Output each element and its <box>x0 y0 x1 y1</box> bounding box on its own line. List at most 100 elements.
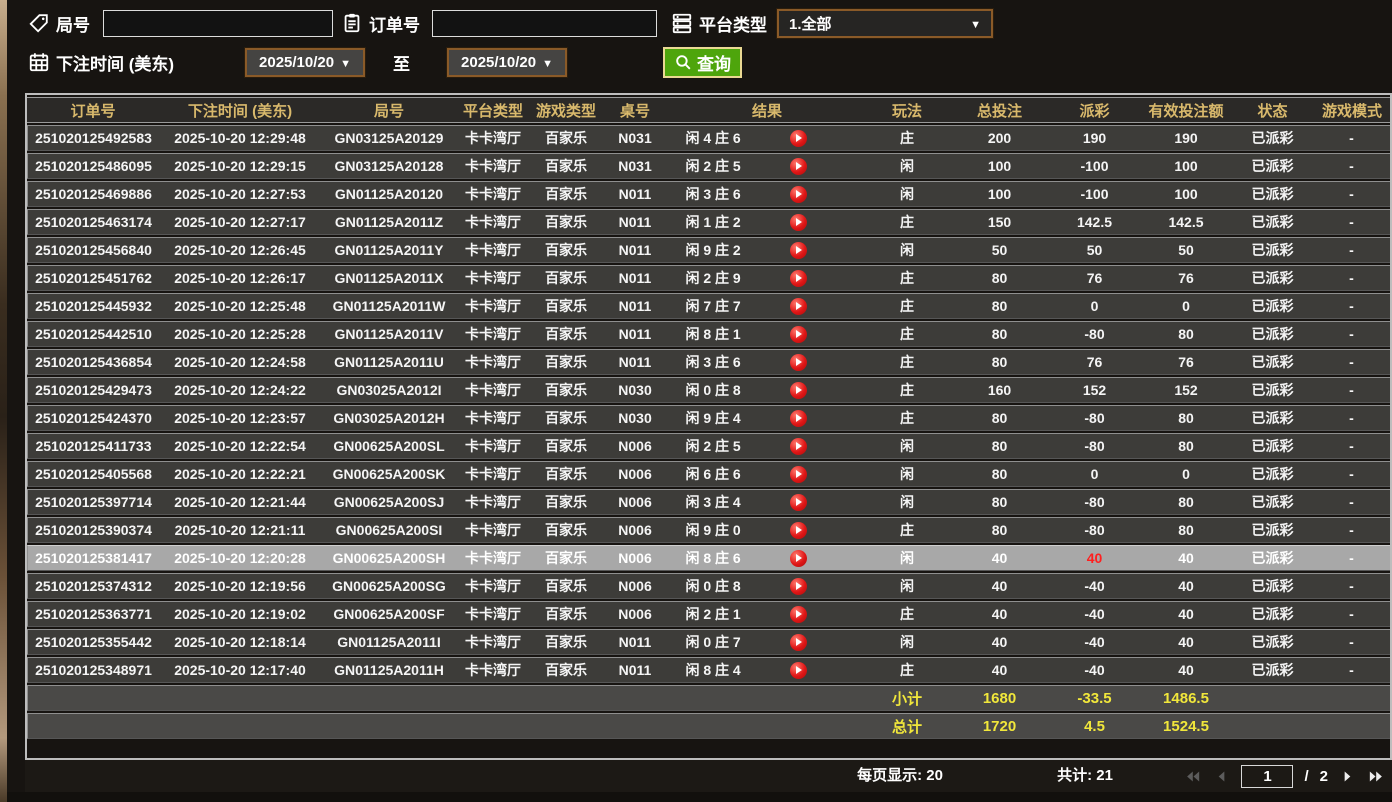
play-icon[interactable] <box>789 493 807 511</box>
play-icon[interactable] <box>789 633 807 651</box>
play-icon[interactable] <box>789 661 807 679</box>
table-row[interactable]: 251020125451762 2025-10-20 12:26:17 GN0112… <box>27 265 1390 291</box>
payout-cell: -40 <box>1052 601 1137 627</box>
round-no-cell: GN00625A200SH <box>321 545 457 571</box>
table-no-cell: N006 <box>603 573 667 599</box>
play-icon[interactable] <box>789 437 807 455</box>
order-input[interactable] <box>432 9 657 37</box>
bet-time-cell: 2025-10-20 12:25:28 <box>159 321 321 347</box>
table-row[interactable]: 251020125436854 2025-10-20 12:24:58 GN0112… <box>27 349 1390 375</box>
play-icon[interactable] <box>789 241 807 259</box>
platform-select[interactable]: 1.全部 <box>776 7 994 39</box>
result-text: 闲 9 庄 0 <box>685 522 741 538</box>
table-no-cell: N006 <box>603 517 667 543</box>
round-no-cell: GN03025A2012H <box>321 405 457 431</box>
table-no-cell: N011 <box>603 265 667 291</box>
table-row[interactable]: 251020125355442 2025-10-20 12:18:14 GN0112… <box>27 629 1390 655</box>
next-page-icon[interactable] <box>1339 769 1356 784</box>
platform-cell: 卡卡湾厅 <box>457 601 529 627</box>
game-type-cell: 百家乐 <box>529 461 603 487</box>
round-filter: 局号 <box>27 7 333 39</box>
game-type-cell: 百家乐 <box>529 125 603 151</box>
game-mode-cell: - <box>1310 265 1390 291</box>
table-row[interactable]: 251020125405568 2025-10-20 12:22:21 GN0062… <box>27 461 1390 487</box>
play-icon[interactable] <box>789 409 807 427</box>
payout-cell: 0 <box>1052 293 1137 319</box>
grand-total-valid-bet: 1524.5 <box>1137 713 1235 739</box>
play-icon[interactable] <box>789 325 807 343</box>
result-text: 闲 2 庄 5 <box>685 438 741 454</box>
game-type-cell: 百家乐 <box>529 433 603 459</box>
game-mode-cell: - <box>1310 125 1390 151</box>
first-page-icon[interactable] <box>1185 769 1202 784</box>
round-input[interactable] <box>103 9 333 37</box>
status-cell: 已派彩 <box>1235 489 1310 515</box>
table-row[interactable]: 251020125463174 2025-10-20 12:27:17 GN0112… <box>27 209 1390 235</box>
play-type-cell: 庄 <box>867 293 947 319</box>
table-row[interactable]: 251020125381417 2025-10-20 12:20:28 GN0062… <box>27 545 1390 571</box>
result-cell: 闲 3 庄 6 <box>667 349 867 375</box>
empty-cell <box>1235 713 1390 739</box>
round-no-cell: GN00625A200SL <box>321 433 457 459</box>
subtotal-valid-bet: 1486.5 <box>1137 685 1235 711</box>
total-bet-cell: 150 <box>947 209 1052 235</box>
round-no-cell: GN00625A200SJ <box>321 489 457 515</box>
play-icon[interactable] <box>789 353 807 371</box>
order-no-cell: 251020125429473 <box>27 377 159 403</box>
records-table: 订单号 下注时间 (美东) 局号 平台类型 游戏类型 桌号 结果 玩法 总投注 派彩 有效投注额 状态… <box>25 93 1392 760</box>
play-icon[interactable] <box>789 465 807 483</box>
table-row[interactable]: 251020125397714 2025-10-20 12:21:44 GN0062… <box>27 489 1390 515</box>
prev-page-icon[interactable] <box>1213 769 1230 784</box>
platform-cell: 卡卡湾厅 <box>457 293 529 319</box>
round-no-cell: GN03025A2012I <box>321 377 457 403</box>
play-icon[interactable] <box>789 129 807 147</box>
table-row[interactable]: 251020125411733 2025-10-20 12:22:54 GN0062… <box>27 433 1390 459</box>
empty-cell <box>1235 685 1390 711</box>
table-row[interactable]: 251020125424370 2025-10-20 12:23:57 GN0302… <box>27 405 1390 431</box>
table-row[interactable]: 251020125348971 2025-10-20 12:17:40 GN0112… <box>27 657 1390 683</box>
play-icon[interactable] <box>789 605 807 623</box>
result-cell: 闲 2 庄 9 <box>667 265 867 291</box>
table-row[interactable]: 251020125486095 2025-10-20 12:29:15 GN0312… <box>27 153 1390 179</box>
date-to-picker[interactable]: 2025/10/20 <box>446 46 568 78</box>
round-no-cell: GN01125A2011U <box>321 349 457 375</box>
round-label: 局号 <box>56 15 90 35</box>
play-icon[interactable] <box>789 185 807 203</box>
table-row[interactable]: 251020125442510 2025-10-20 12:25:28 GN0112… <box>27 321 1390 347</box>
total-bet-cell: 80 <box>947 321 1052 347</box>
result-text: 闲 9 庄 2 <box>685 242 741 258</box>
table-row[interactable]: 251020125445932 2025-10-20 12:25:48 GN0112… <box>27 293 1390 319</box>
last-page-icon[interactable] <box>1367 769 1384 784</box>
play-icon[interactable] <box>789 381 807 399</box>
result-cell: 闲 3 庄 4 <box>667 489 867 515</box>
table-row[interactable]: 251020125390374 2025-10-20 12:21:11 GN0062… <box>27 517 1390 543</box>
platform-label: 平台类型 <box>699 15 767 35</box>
play-icon[interactable] <box>789 157 807 175</box>
play-icon[interactable] <box>789 577 807 595</box>
platform-cell: 卡卡湾厅 <box>457 377 529 403</box>
table-row[interactable]: 251020125363771 2025-10-20 12:19:02 GN0062… <box>27 601 1390 627</box>
game-type-cell: 百家乐 <box>529 349 603 375</box>
play-icon[interactable] <box>789 213 807 231</box>
date-from-picker[interactable]: 2025/10/20 <box>244 46 366 78</box>
game-type-cell: 百家乐 <box>529 629 603 655</box>
search-button[interactable]: 查询 <box>663 46 742 78</box>
result-cell: 闲 6 庄 6 <box>667 461 867 487</box>
play-icon[interactable] <box>789 549 807 567</box>
table-row[interactable]: 251020125469886 2025-10-20 12:27:53 GN0112… <box>27 181 1390 207</box>
result-cell: 闲 8 庄 1 <box>667 321 867 347</box>
chevron-down-icon <box>542 54 553 71</box>
play-icon[interactable] <box>789 269 807 287</box>
table-row[interactable]: 251020125374312 2025-10-20 12:19:56 GN0062… <box>27 573 1390 599</box>
column-header: 下注时间 (美东) <box>159 97 321 123</box>
total-bet-cell: 100 <box>947 153 1052 179</box>
table-row[interactable]: 251020125429473 2025-10-20 12:24:22 GN0302… <box>27 377 1390 403</box>
table-row[interactable]: 251020125492583 2025-10-20 12:29:48 GN0312… <box>27 125 1390 151</box>
valid-bet-cell: 40 <box>1137 601 1235 627</box>
play-icon[interactable] <box>789 521 807 539</box>
page-number-input[interactable] <box>1241 764 1294 788</box>
platform-cell: 卡卡湾厅 <box>457 153 529 179</box>
table-row[interactable]: 251020125456840 2025-10-20 12:26:45 GN0112… <box>27 237 1390 263</box>
search-icon <box>676 54 691 70</box>
play-icon[interactable] <box>789 297 807 315</box>
